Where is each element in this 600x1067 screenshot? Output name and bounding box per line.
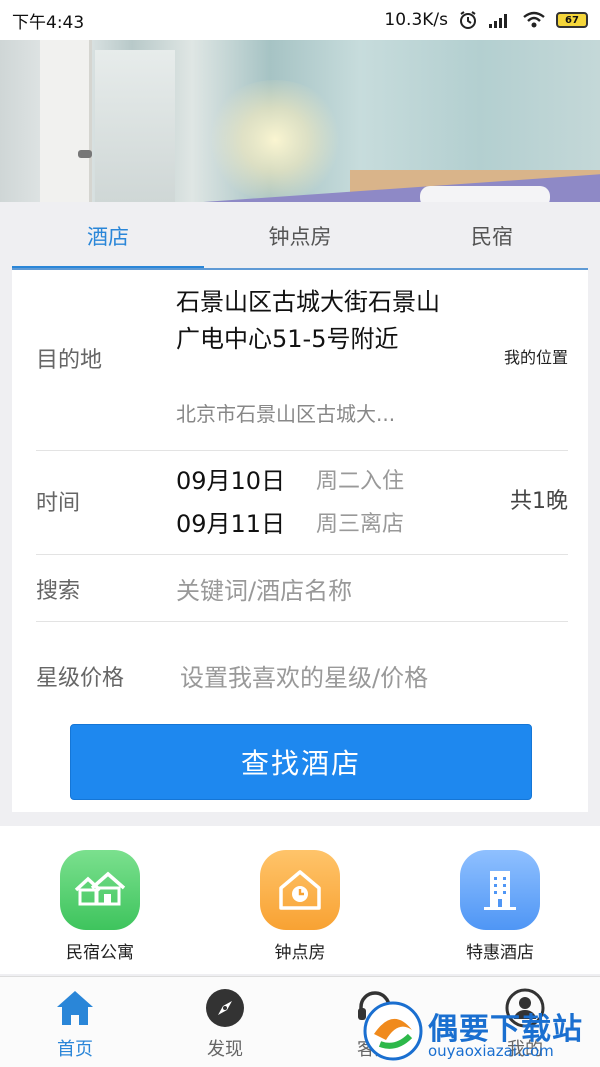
nav-label: 首页	[57, 1039, 93, 1060]
nights-count: 共1晚	[510, 489, 568, 514]
checkin-date[interactable]: 09月10日	[176, 461, 285, 496]
date-row[interactable]: 时间 09月10日 周二入住 09月11日 周三离店 共1晚	[36, 451, 568, 554]
banner-lamp-glow	[205, 80, 345, 200]
destination-label: 目的地	[36, 348, 103, 373]
quick-link-hourly-room[interactable]: 钟点房	[200, 826, 400, 974]
quick-link-label: 民宿公寓	[66, 943, 134, 963]
destination-row[interactable]: 目的地 石景山区古城大街石景山广电中心51-5号附近 北京市石景山区古城大...…	[36, 270, 568, 450]
quick-link-homestay-apartment[interactable]: 民宿公寓	[0, 826, 200, 974]
checkin-note: 周二入住	[316, 469, 405, 494]
house-icon	[60, 850, 140, 930]
nav-label: 发现	[207, 1039, 243, 1060]
clock-house-icon	[260, 850, 340, 930]
watermark-logo-icon	[362, 1000, 424, 1062]
quick-link-label: 钟点房	[274, 943, 326, 963]
status-time: 下午4:43	[12, 12, 85, 33]
banner-hallway	[95, 50, 175, 202]
hotel-banner[interactable]	[0, 40, 600, 202]
battery-level: 67	[565, 14, 579, 26]
wifi-icon	[522, 11, 546, 29]
quick-link-label: 特惠酒店	[466, 943, 534, 963]
search-label: 搜索	[36, 579, 81, 604]
status-icons: 10.3K/s 67	[384, 10, 588, 30]
keyword-row[interactable]: 搜索 关键词/酒店名称	[36, 555, 568, 621]
battery-icon: 67	[556, 12, 588, 28]
checkout-note: 周三离店	[316, 512, 405, 537]
signal-icon	[488, 11, 512, 29]
net-speed: 10.3K/s	[384, 10, 448, 30]
category-tabs: 酒店 钟点房 民宿	[12, 202, 588, 270]
my-location-button[interactable]: 我的位置	[504, 344, 568, 368]
destination-value[interactable]: 石景山区古城大街石景山广电中心51-5号附近	[176, 284, 446, 358]
quick-link-discount-hotel[interactable]: 特惠酒店	[400, 826, 600, 974]
hotel-search-form: 目的地 石景山区古城大街石景山广电中心51-5号附近 北京市石景山区古城大...…	[12, 270, 588, 812]
star-price-input[interactable]: 设置我喜欢的星级/价格	[180, 658, 428, 693]
star-price-row[interactable]: 星级价格 设置我喜欢的星级/价格	[36, 622, 568, 708]
nav-discover[interactable]: 发现	[150, 977, 300, 1067]
tab-hotel[interactable]: 酒店	[12, 202, 204, 270]
destination-subtext: 北京市石景山区古城大...	[176, 402, 396, 426]
time-label: 时间	[36, 491, 81, 516]
home-icon	[54, 987, 96, 1029]
compass-icon	[204, 987, 246, 1029]
banner-pillow	[420, 186, 550, 202]
banner-door	[40, 40, 92, 202]
star-price-label: 星级价格	[36, 666, 125, 691]
status-bar: 下午4:43 10.3K/s 67	[0, 0, 600, 40]
building-icon	[460, 850, 540, 930]
watermark: 偶要下载站 ouyaoxiazai.com	[362, 996, 600, 1067]
nav-home[interactable]: 首页	[0, 977, 150, 1067]
tab-hourly-room[interactable]: 钟点房	[204, 202, 396, 270]
checkout-date[interactable]: 09月11日	[176, 504, 285, 539]
tab-homestay[interactable]: 民宿	[396, 202, 588, 270]
quick-links: 民宿公寓 钟点房 特惠酒店	[0, 826, 600, 974]
keyword-input[interactable]: 关键词/酒店名称	[176, 571, 352, 606]
alarm-icon	[458, 10, 478, 30]
banner-doorknob	[78, 150, 92, 158]
find-hotel-button[interactable]: 查找酒店	[70, 724, 532, 800]
watermark-url: ouyaoxiazai.com	[428, 1042, 554, 1060]
